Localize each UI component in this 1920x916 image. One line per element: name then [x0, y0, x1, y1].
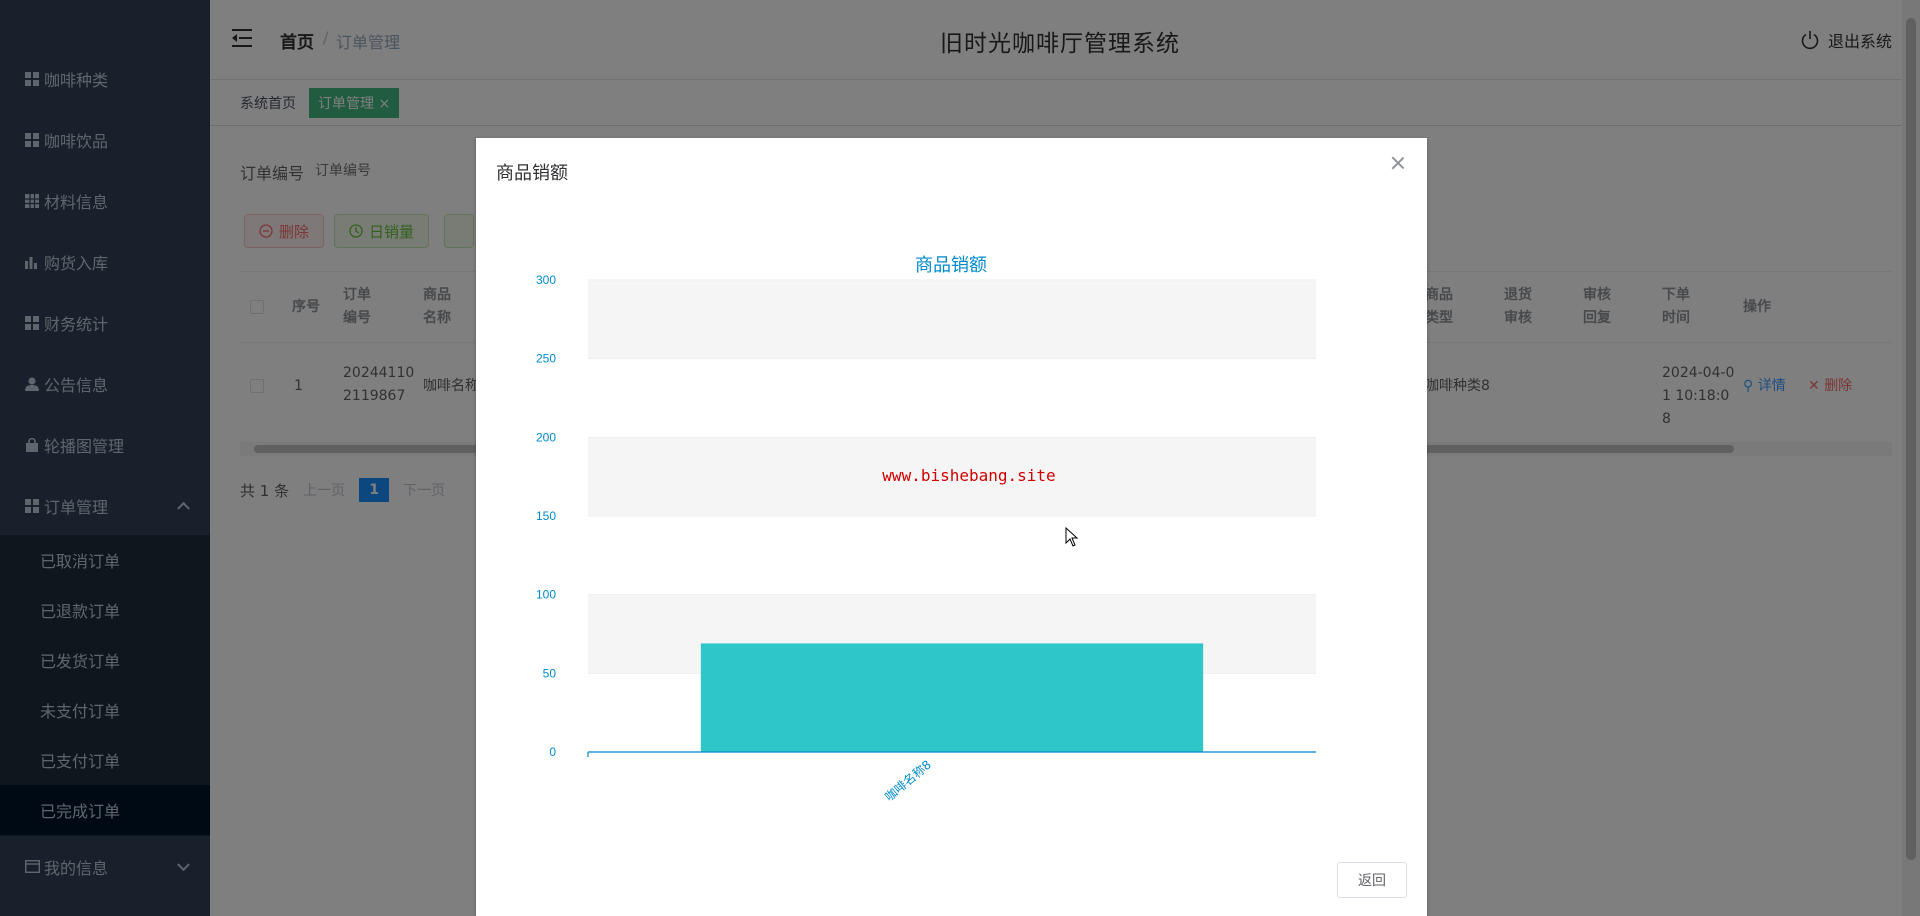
y-tick-label: 200	[536, 430, 556, 444]
y-tick-label: 150	[536, 509, 556, 523]
watermark-text: www.bishebang.site	[882, 466, 1055, 485]
dialog-title: 商品销额	[496, 163, 568, 184]
y-tick-label: 100	[536, 588, 556, 602]
bar-咖啡名称8	[700, 643, 1204, 752]
grid-band	[588, 280, 1316, 359]
back-button[interactable]: 返回	[1337, 862, 1407, 898]
y-tick-label: 300	[536, 273, 556, 287]
y-tick-label: 0	[549, 745, 556, 759]
close-icon[interactable]	[1391, 156, 1405, 170]
y-tick-label: 250	[536, 352, 556, 366]
y-tick-label: 50	[543, 666, 557, 680]
chart-title: 商品销额	[915, 255, 987, 276]
x-tick-label: 咖啡名称8	[882, 757, 934, 804]
mouse-cursor-icon	[1065, 527, 1079, 547]
sales-bar-chart: 0 50 100 150 200 250 300 商品销额咖啡名称8 www.bishebang…	[536, 255, 1316, 804]
sales-amount-dialog: 商品销额 0 50 100 150 200 250 300 商品销额咖啡名称8 www.bish…	[476, 138, 1427, 916]
